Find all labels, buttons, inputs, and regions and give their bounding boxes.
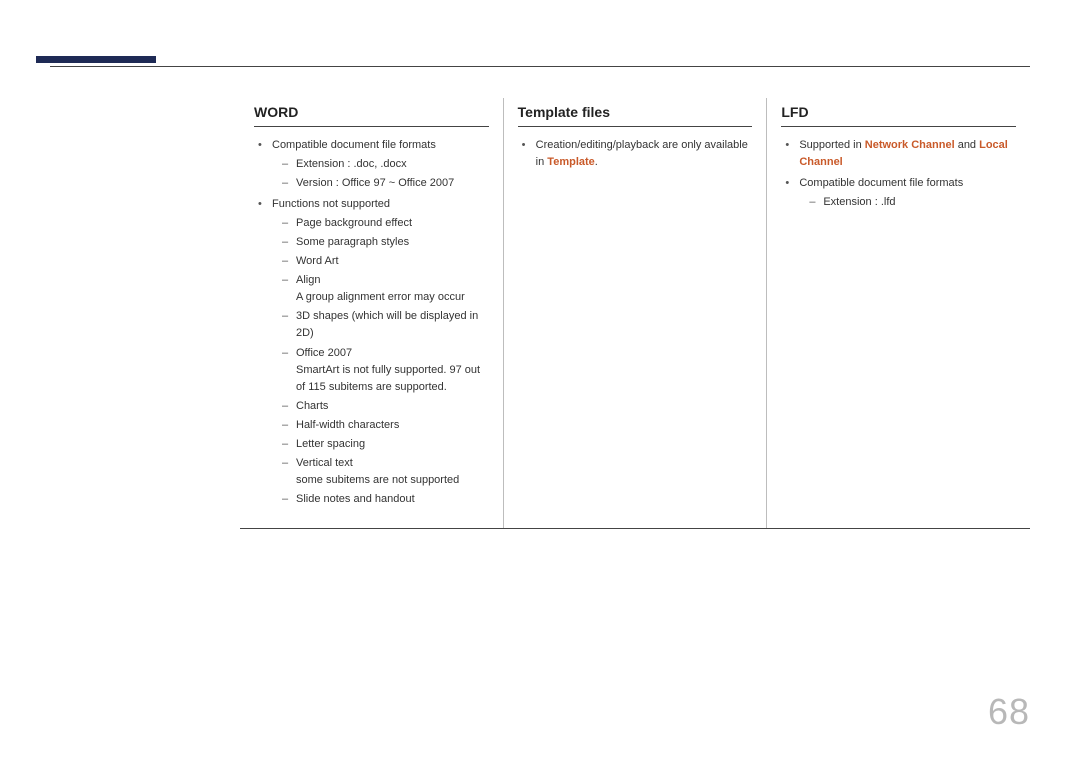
column-heading-word: WORD: [254, 98, 489, 127]
subitem: Letter spacing: [282, 436, 489, 453]
columns-wrapper: WORD Compatible document file formats Ex…: [240, 98, 1030, 529]
text: Office 2007: [296, 347, 352, 359]
subitem: Charts: [282, 398, 489, 415]
text: Compatible document file formats: [799, 177, 963, 189]
word-bullet-formats: Compatible document file formats Extensi…: [258, 137, 489, 192]
text: Compatible document file formats: [272, 139, 436, 151]
column-heading-lfd: LFD: [781, 98, 1016, 127]
text: Align: [296, 274, 320, 286]
header-rule: [50, 66, 1030, 67]
subitem: Slide notes and handout: [282, 491, 489, 508]
lfd-formats-sublist: Extension : .lfd: [799, 194, 1016, 211]
lfd-bullets: Supported in Network Channel and Local C…: [781, 137, 1016, 211]
content-area: WORD Compatible document file formats Ex…: [240, 98, 1030, 529]
page-number: 68: [988, 691, 1030, 733]
text-post: .: [595, 156, 598, 168]
subnote: SmartArt is not fully supported. 97 out …: [296, 362, 489, 396]
subitem: Vertical text some subitems are not supp…: [282, 455, 489, 489]
subitem: Page background effect: [282, 215, 489, 232]
subitem: 3D shapes (which will be displayed in 2D…: [282, 308, 489, 342]
word-bullets: Compatible document file formats Extensi…: [254, 137, 489, 508]
subnote: A group alignment error may occur: [296, 289, 489, 306]
highlight-template: Template: [547, 156, 594, 168]
text-pre: Supported in: [799, 139, 864, 151]
subitem: Word Art: [282, 253, 489, 270]
highlight-network-channel: Network Channel: [865, 139, 955, 151]
column-lfd: LFD Supported in Network Channel and Loc…: [766, 98, 1030, 528]
document-page: WORD Compatible document file formats Ex…: [0, 0, 1080, 763]
text: Functions not supported: [272, 198, 390, 210]
text: Vertical text: [296, 457, 353, 469]
column-word: WORD Compatible document file formats Ex…: [240, 98, 503, 528]
subnote: some subitems are not supported: [296, 472, 489, 489]
word-bullet-unsupported: Functions not supported Page background …: [258, 196, 489, 508]
subitem: Half-width characters: [282, 417, 489, 434]
subitem: Extension : .doc, .docx: [282, 156, 489, 173]
column-heading-template: Template files: [518, 98, 753, 127]
text-mid: and: [955, 139, 979, 151]
template-bullets: Creation/editing/playback are only avail…: [518, 137, 753, 171]
template-bullet: Creation/editing/playback are only avail…: [522, 137, 753, 171]
lfd-bullet-formats: Compatible document file formats Extensi…: [785, 175, 1016, 211]
subitem: Version : Office 97 ~ Office 2007: [282, 175, 489, 192]
header-accent-bar: [36, 56, 156, 63]
lfd-bullet-supported: Supported in Network Channel and Local C…: [785, 137, 1016, 171]
word-unsupported-sublist: Page background effect Some paragraph st…: [272, 215, 489, 508]
subitem: Extension : .lfd: [809, 194, 1016, 211]
subitem: Align A group alignment error may occur: [282, 272, 489, 306]
subitem: Some paragraph styles: [282, 234, 489, 251]
column-template: Template files Creation/editing/playback…: [503, 98, 767, 528]
subitem: Office 2007 SmartArt is not fully suppor…: [282, 345, 489, 396]
word-formats-sublist: Extension : .doc, .docx Version : Office…: [272, 156, 489, 192]
